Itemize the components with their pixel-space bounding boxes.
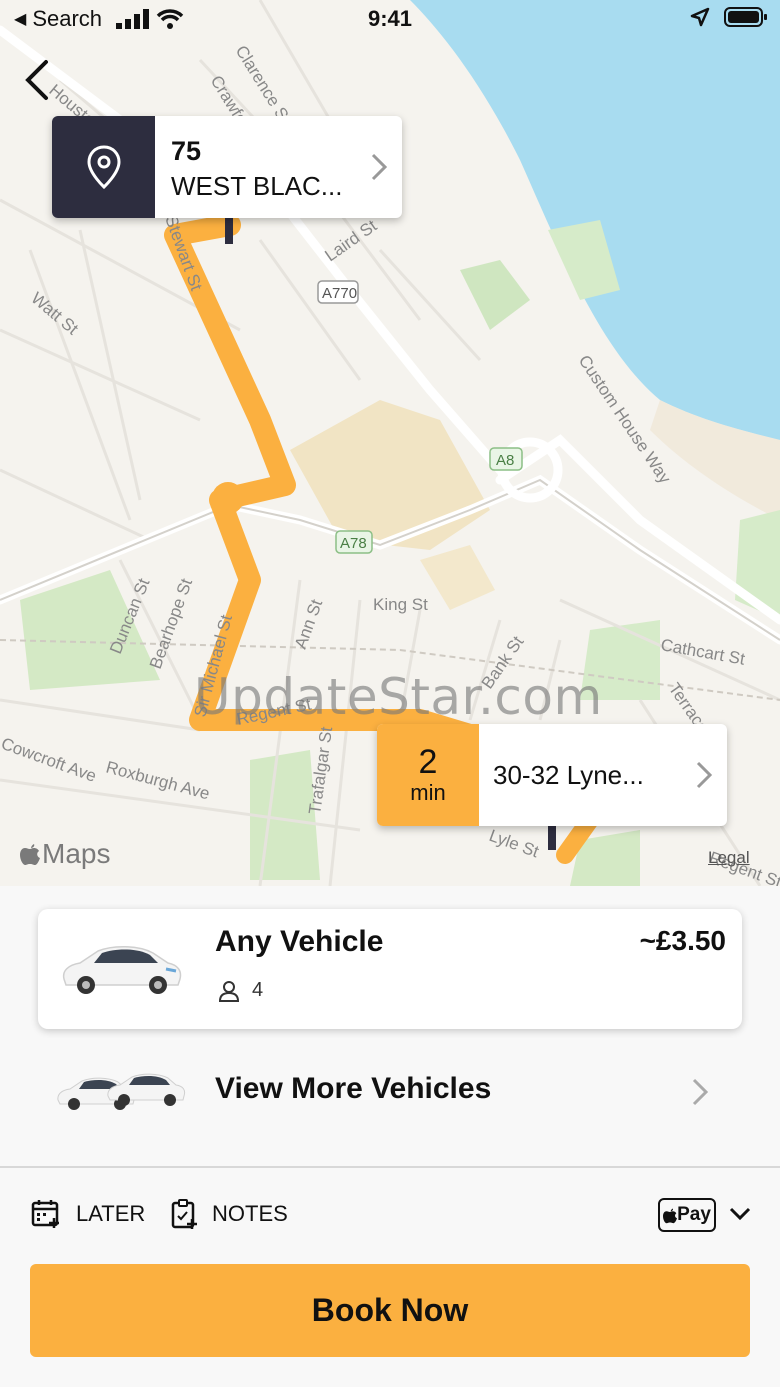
vehicle-option-card[interactable]: Any Vehicle ~£3.50 4 [38,909,742,1029]
apple-maps-logo: Maps [20,838,110,870]
apple-logo-icon [663,1208,678,1223]
street-label: Lyle St [487,826,542,862]
pickup-location-card[interactable]: 75 WEST BLAC... [52,116,402,218]
seat-count-value: 4 [252,979,264,1001]
calendar-add-icon [31,1200,59,1228]
status-bar: ◀ Search 9:41 [0,0,780,40]
pickup-line2: WEST BLAC... [171,171,343,201]
schedule-later-button[interactable]: LATER [30,1198,145,1230]
multiple-cars-image [57,1073,186,1110]
destination-address: 30-32 Lyne... [493,759,644,790]
maps-label: Maps [42,838,111,869]
eta-badge: 2 min [377,724,479,826]
road-shield-label: A770 [322,285,357,302]
street-label: Watt St [27,289,82,339]
person-icon [218,980,240,1002]
chevron-right-icon [356,116,402,218]
view-more-vehicles-label: View More Vehicles [215,1072,492,1105]
book-now-button[interactable]: Book Now [30,1264,750,1357]
clipboard-add-icon [171,1199,197,1229]
apple-logo-icon [20,844,40,865]
view-more-vehicles-row[interactable]: View More Vehicles [0,1050,780,1134]
apple-pay-button[interactable]: Pay [658,1198,716,1232]
map-view[interactable]: Clarence St Crawford Houston Stewart St … [0,0,780,886]
chevron-right-icon [681,724,727,826]
watermark: UpdateStar.com [194,668,603,726]
chevron-right-icon [692,1078,709,1106]
destination-card[interactable]: 2 min 30-32 Lyne... [377,724,727,826]
pickup-pin-icon [52,116,155,218]
vehicle-price: ~£3.50 [639,925,726,956]
road-shield-label: A78 [340,535,367,552]
status-time: 9:41 [367,6,413,31]
notes-button[interactable]: NOTES [170,1198,288,1230]
chevron-down-icon[interactable] [728,1204,752,1224]
later-label: LATER [76,1201,146,1226]
road-shield-label: A8 [496,452,514,469]
legal-link[interactable]: Legal [708,848,750,868]
vehicle-name: Any Vehicle [215,925,384,958]
back-button[interactable] [18,56,62,104]
pickup-line1: 75 [171,136,202,166]
chevron-left-icon [25,60,48,100]
street-label: King St [373,595,428,614]
street-label: Cowcroft Ave [0,734,99,786]
apple-pay-label: Pay [677,1204,711,1225]
seat-count: 4 [218,979,263,1002]
notes-label: NOTES [212,1201,288,1226]
divider [0,1166,780,1168]
location-arrow-icon [690,7,710,27]
eta-value: 2 [418,743,438,781]
car-image [62,946,182,994]
battery-icon [724,7,767,27]
eta-unit: min [410,780,446,805]
